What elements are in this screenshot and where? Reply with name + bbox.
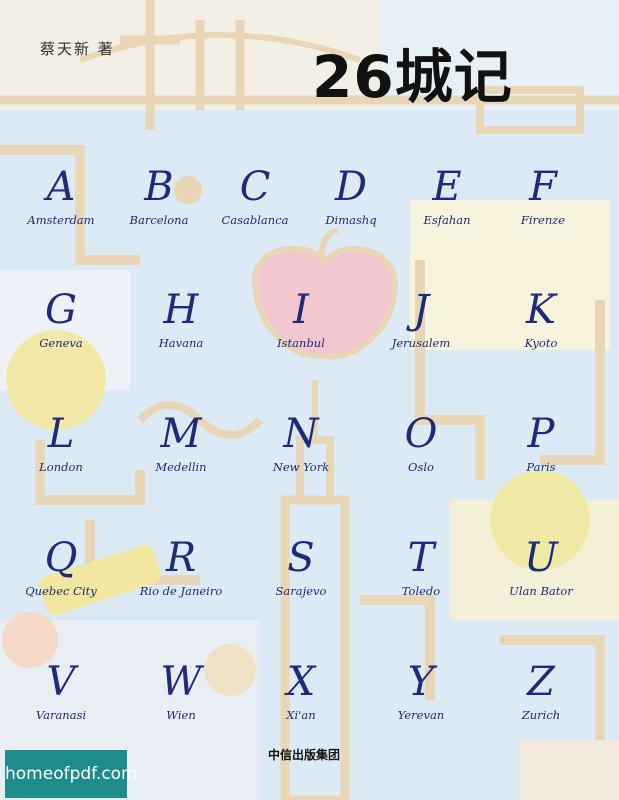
- city-entry: E Esfahan: [392, 165, 502, 227]
- city-initial-letter: K: [526, 287, 556, 333]
- city-name: Zurich: [521, 708, 561, 722]
- city-name: Dimashq: [325, 213, 377, 227]
- city-name: Oslo: [408, 460, 434, 474]
- city-initial-letter: Y: [407, 659, 435, 705]
- city-entry: S Sarajevo: [246, 536, 356, 598]
- city-entry: B Barcelona: [104, 165, 214, 227]
- city-name: London: [39, 460, 83, 474]
- city-name: Firenze: [520, 213, 566, 227]
- city-initial-letter: E: [432, 164, 462, 210]
- city-initial-letter: I: [293, 287, 309, 333]
- city-name: Medellin: [155, 460, 207, 474]
- watermark-badge: homeofpdf.com: [5, 750, 138, 798]
- city-initial-letter: Q: [44, 535, 78, 581]
- book-cover: 蔡天新 著 26城记 A Amsterdam B Barcelona C Casablan…: [0, 0, 619, 800]
- city-name: Esfahan: [423, 213, 471, 227]
- city-name: Jerusalem: [391, 336, 451, 350]
- city-entry: Z Zurich: [486, 660, 596, 722]
- city-initial-letter: V: [46, 659, 76, 705]
- city-entry: Q Quebec City: [6, 536, 116, 598]
- city-entry: A Amsterdam: [6, 165, 116, 227]
- city-name: Ulan Bator: [509, 584, 573, 598]
- city-entry: M Medellin: [126, 412, 236, 474]
- city-name: Istanbul: [277, 336, 325, 350]
- city-name: Amsterdam: [27, 213, 95, 227]
- city-initial-letter: X: [286, 659, 316, 705]
- city-name: Paris: [526, 460, 556, 474]
- city-initial-letter: D: [334, 164, 368, 210]
- city-name: Geneva: [39, 336, 83, 350]
- city-name: Kyoto: [524, 336, 558, 350]
- city-entry: D Dimashq: [296, 165, 406, 227]
- city-initial-letter: Z: [527, 659, 555, 705]
- city-initial-letter: B: [144, 164, 174, 210]
- city-initial-letter: P: [527, 411, 555, 457]
- city-initial-letter: L: [47, 411, 75, 457]
- city-entry: H Havana: [126, 288, 236, 350]
- city-name: Sarajevo: [275, 584, 327, 598]
- city-entry: W Wien: [126, 660, 236, 722]
- city-entry: N New York: [246, 412, 356, 474]
- city-initial-letter: A: [46, 164, 76, 210]
- city-entry: I Istanbul: [246, 288, 356, 350]
- city-entry: L London: [6, 412, 116, 474]
- city-initial-letter: U: [524, 535, 558, 581]
- city-name: Varanasi: [35, 708, 87, 722]
- city-entry: F Firenze: [488, 165, 598, 227]
- city-initial-letter: O: [404, 411, 438, 457]
- city-initial-letter: N: [283, 411, 319, 457]
- city-alphabet-grid: A Amsterdam B Barcelona C Casablanca D Dimashq E…: [0, 0, 619, 800]
- city-name: Toledo: [401, 584, 441, 598]
- publisher-name: 中信出版集团: [268, 748, 341, 762]
- city-name: Wien: [166, 708, 196, 722]
- city-name: Quebec City: [25, 584, 97, 598]
- city-entry: K Kyoto: [486, 288, 596, 350]
- city-name: Casablanca: [221, 213, 289, 227]
- city-name: Rio de Janeiro: [139, 584, 223, 598]
- city-initial-letter: S: [287, 535, 315, 581]
- city-entry: T Toledo: [366, 536, 476, 598]
- city-entry: J Jerusalem: [366, 288, 476, 350]
- city-entry: C Casablanca: [200, 165, 310, 227]
- city-initial-letter: R: [165, 535, 197, 581]
- city-entry: G Geneva: [6, 288, 116, 350]
- city-entry: R Rio de Janeiro: [126, 536, 236, 598]
- city-initial-letter: W: [160, 659, 202, 705]
- city-initial-letter: T: [407, 535, 435, 581]
- city-name: Yerevan: [397, 708, 445, 722]
- city-initial-letter: M: [160, 411, 202, 457]
- city-entry: V Varanasi: [6, 660, 116, 722]
- city-entry: P Paris: [486, 412, 596, 474]
- city-name: New York: [272, 460, 330, 474]
- city-initial-letter: C: [239, 164, 271, 210]
- city-initial-letter: G: [45, 287, 77, 333]
- city-entry: X Xi'an: [246, 660, 356, 722]
- city-initial-letter: H: [163, 287, 199, 333]
- city-name: Havana: [158, 336, 204, 350]
- city-name: Barcelona: [129, 213, 189, 227]
- city-entry: O Oslo: [366, 412, 476, 474]
- city-entry: U Ulan Bator: [486, 536, 596, 598]
- city-initial-letter: F: [529, 164, 557, 210]
- city-name: Xi'an: [286, 708, 316, 722]
- city-entry: Y Yerevan: [366, 660, 476, 722]
- city-initial-letter: J: [412, 287, 430, 333]
